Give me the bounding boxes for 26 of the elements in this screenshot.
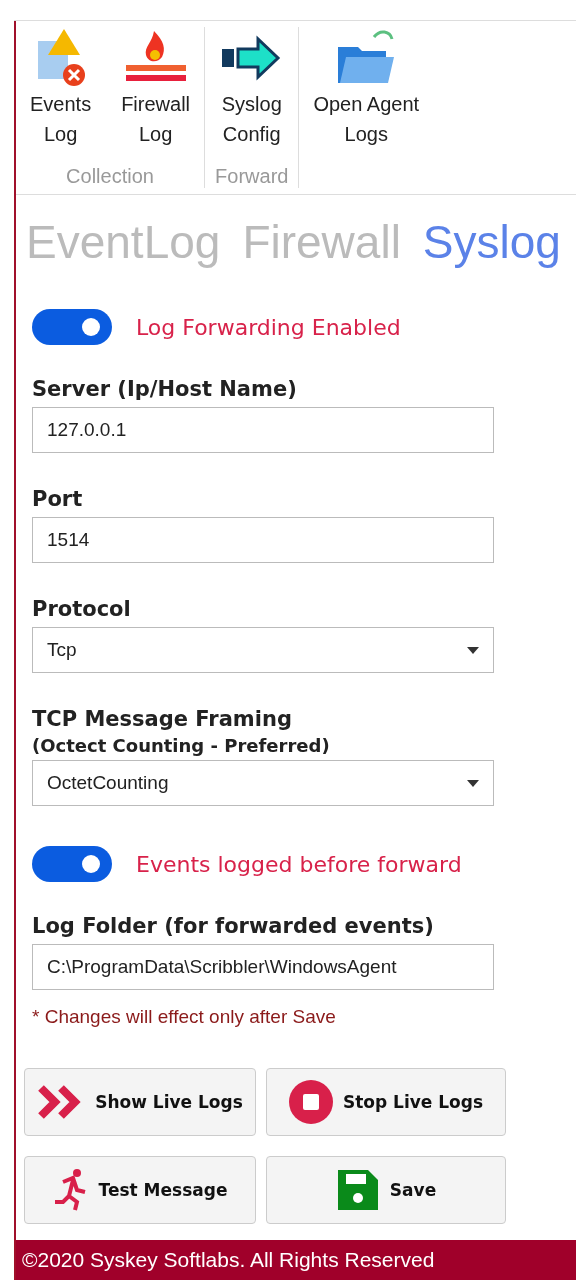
tab[interactable]: Syslog bbox=[422, 209, 561, 275]
group-label: Collection bbox=[66, 165, 154, 188]
ribbon-button[interactable]: Events Log bbox=[26, 27, 96, 165]
save-note: * Changes will effect only after Save bbox=[32, 1006, 337, 1028]
field-label: TCP Message Framing bbox=[32, 707, 293, 731]
input-field[interactable]: 1514 bbox=[32, 517, 494, 563]
ribbon-button[interactable]: Open Agent Logs bbox=[309, 27, 424, 188]
input-field[interactable]: 127.0.0.1 bbox=[32, 407, 494, 453]
field-label: Server (Ip/Host Name) bbox=[32, 377, 298, 401]
action-button[interactable]: Stop Live Logs bbox=[266, 1068, 506, 1136]
toggle-label: Events logged before forward bbox=[136, 851, 462, 877]
ribbon-button[interactable]: Syslog Config bbox=[215, 27, 288, 165]
action-button[interactable]: Test Message bbox=[24, 1156, 256, 1224]
field-label: Log Folder (for forwarded events) bbox=[32, 914, 435, 938]
input-field[interactable]: C:\ProgramData\Scribbler\WindowsAgent bbox=[32, 944, 494, 990]
field-label: Protocol bbox=[32, 597, 132, 621]
ribbon-button[interactable]: Firewall Log bbox=[117, 27, 195, 165]
copyright-footer: ©2020 Syskey Softlabs. All Rights Reserved bbox=[16, 1240, 576, 1280]
dropdown[interactable]: Tcp bbox=[32, 627, 494, 673]
group-label: Forward bbox=[215, 165, 289, 188]
action-button[interactable]: Show Live Logs bbox=[24, 1068, 256, 1136]
field-hint: (Octect Counting - Preferred) bbox=[32, 735, 331, 756]
field-label: Port bbox=[32, 487, 84, 511]
toggle-label: Log Forwarding Enabled bbox=[136, 314, 401, 340]
dropdown[interactable]: OctetCounting bbox=[32, 760, 494, 806]
action-button[interactable]: Save bbox=[266, 1156, 506, 1224]
